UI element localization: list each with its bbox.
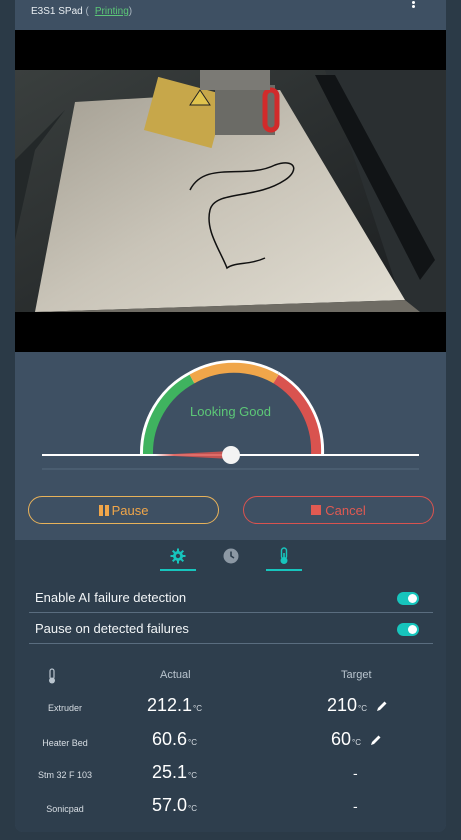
printer-name: E3S1 SPad [31, 6, 83, 17]
temp-actual-value: 25.1°C [152, 762, 198, 782]
temp-target-value: - [353, 798, 358, 814]
tab-settings-indicator [160, 569, 196, 571]
edit-pencil-icon[interactable] [376, 700, 388, 712]
edit-pencil-icon[interactable] [370, 734, 382, 746]
pause-icon [98, 504, 109, 516]
clock-icon [223, 548, 239, 564]
setting-pause-on-failure-label: Pause on detected failures [35, 621, 189, 636]
printer-status-link[interactable]: Printing [95, 6, 129, 17]
temp-row-name: Extruder [47, 703, 82, 713]
detail-panel: Enable AI failure detection Pause on det… [15, 572, 446, 832]
gear-icon [170, 548, 186, 564]
pause-button[interactable]: Pause [28, 496, 219, 524]
tab-temperature-indicator [266, 569, 302, 571]
temp-row-name: Stm 32 F 103 [37, 770, 93, 780]
gauge-status-label: Looking Good [190, 404, 271, 419]
temp-actual-value: 60.6°C [152, 729, 198, 749]
printer-card: E3S1 SPad ( Printing) Looking Good Pause … [15, 0, 446, 832]
temperature-header-icon [49, 668, 55, 684]
stop-icon [311, 505, 322, 515]
webcam-stream[interactable] [15, 30, 446, 352]
temp-row-name: Heater Bed [42, 738, 88, 748]
printer-title: E3S1 SPad ( Printing) [31, 6, 132, 17]
cancel-button-label: Cancel [325, 502, 366, 518]
temp-target-value[interactable]: 60°C [331, 729, 382, 750]
setting-ai-detection: Enable AI failure detection [29, 582, 433, 613]
ai-detection-toggle[interactable] [397, 592, 419, 605]
temp-actual-value: 212.1°C [147, 695, 203, 715]
status-paren-close: ) [128, 6, 133, 17]
header-target: Target [341, 669, 372, 681]
header-actual: Actual [160, 669, 191, 681]
more-menu-icon[interactable] [408, 0, 418, 10]
pause-on-failure-toggle[interactable] [397, 623, 419, 636]
temp-target-value[interactable]: 210°C [327, 695, 388, 716]
temp-row-name: Sonicpad [46, 804, 84, 814]
failure-gauge: Looking Good [15, 352, 446, 470]
temp-actual-value: 57.0°C [152, 795, 198, 815]
tab-temperature[interactable] [264, 540, 304, 572]
tab-settings[interactable] [158, 540, 198, 572]
pause-button-label: Pause [111, 502, 149, 518]
setting-pause-on-failure: Pause on detected failures [29, 613, 433, 644]
webcam-frame [15, 70, 446, 312]
cancel-button[interactable]: Cancel [243, 496, 434, 524]
thermometer-icon [280, 547, 288, 564]
tab-history[interactable] [211, 540, 251, 572]
temp-target-value: - [353, 765, 358, 781]
status-paren-open: ( [85, 6, 89, 17]
setting-ai-detection-label: Enable AI failure detection [35, 590, 187, 605]
tab-bar [15, 540, 446, 572]
